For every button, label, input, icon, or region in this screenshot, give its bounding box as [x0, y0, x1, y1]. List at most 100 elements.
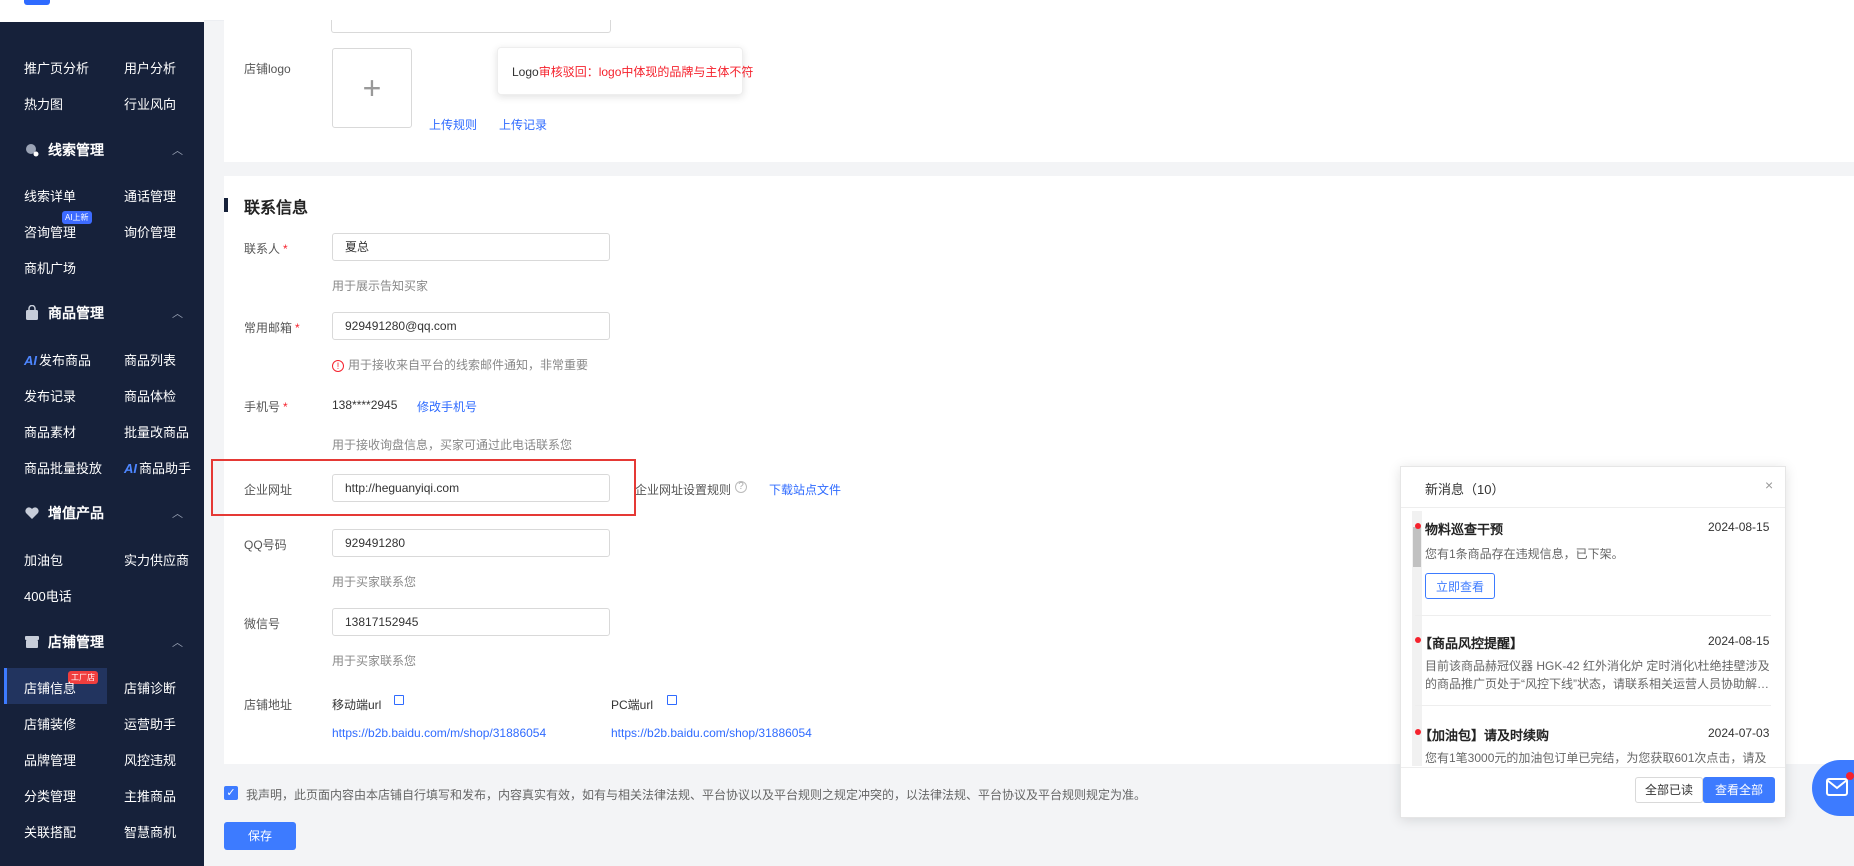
view-all-button[interactable]: 查看全部 [1703, 777, 1775, 803]
nav-item-featured-products[interactable]: 主推商品 [124, 786, 176, 805]
nav-item-product-list[interactable]: 商品列表 [124, 350, 176, 369]
nav-item-consult-management[interactable]: 咨询管理 [24, 222, 76, 241]
close-icon[interactable]: × [1765, 477, 1773, 493]
nav-item-risk-violation[interactable]: 风控违规 [124, 750, 176, 769]
heart-icon [25, 507, 39, 519]
wechat-input[interactable]: 13817152945 [332, 608, 610, 636]
nav-item-product-assistant[interactable]: AI 商品助手 [124, 458, 191, 477]
declaration-text: 我声明，此页面内容由本店铺自行填写和发布，内容真实有效，如有与相关法律法规、平台… [246, 788, 1147, 802]
mobile-url-label: 移动端url [332, 698, 382, 712]
section-title: 增值产品 [48, 505, 104, 521]
nav-item-inquiry-management[interactable]: 询价管理 [124, 222, 176, 241]
copy-icon[interactable] [667, 695, 677, 705]
section-lead-management[interactable]: 线索管理 [24, 140, 104, 160]
textarea-bottom[interactable] [331, 20, 611, 33]
warning-icon: ! [332, 360, 344, 372]
divider [1401, 767, 1785, 768]
save-button[interactable]: 保存 [224, 822, 296, 850]
nav-item-call-management[interactable]: 通话管理 [124, 186, 176, 205]
section-shop-management[interactable]: 店铺管理 [24, 632, 104, 652]
contact-person-input[interactable]: 夏总 [332, 233, 610, 261]
email-hint: ! 用于接收来自平台的线索邮件通知，非常重要 [332, 356, 588, 373]
floating-message-button[interactable] [1812, 760, 1854, 816]
logo-card: 店铺logo + 上传规则 上传记录 Logo审核驳回：logo中体现的品牌与主… [224, 20, 1854, 162]
chevron-up-icon[interactable]: ︿ [172, 634, 183, 650]
nav-item-fuel-pack[interactable]: 加油包 [24, 550, 63, 569]
section-product-management[interactable]: 商品管理 [24, 303, 104, 323]
help-icon[interactable]: ? [735, 481, 747, 493]
nav-item-heatmap[interactable]: 热力图 [24, 94, 63, 113]
audit-rejected-tooltip: Logo审核驳回：logo中体现的品牌与主体不符 [497, 47, 753, 95]
view-now-button[interactable]: 立即查看 [1425, 573, 1495, 599]
shop-icon [25, 636, 39, 648]
ai-icon: AI [124, 461, 137, 476]
notification-item-title: 【加油包】请及时续购 [1419, 728, 1550, 743]
phone-hint: 用于接收询盘信息，买家可通过此电话联系您 [332, 438, 573, 452]
website-rules-text: 企业网址设置规则 [635, 483, 732, 497]
nav-item-400-phone[interactable]: 400电话 [24, 586, 72, 605]
change-phone-link[interactable]: 修改手机号 [417, 398, 477, 415]
contact-person-hint: 用于展示告知买家 [332, 279, 429, 293]
phone-label: 手机号 * [244, 400, 288, 414]
notification-item-date: 2024-08-15 [1708, 634, 1770, 648]
nav-item-user-analysis[interactable]: 用户分析 [124, 58, 176, 77]
nav-item-shop-diagnosis[interactable]: 店铺诊断 [124, 678, 176, 697]
ai-icon: AI [24, 353, 37, 368]
wechat-label: 微信号 [244, 617, 281, 631]
mobile-url-link[interactable]: https://b2b.baidu.com/m/shop/31886054 [332, 726, 546, 740]
notification-item-date: 2024-08-15 [1708, 520, 1770, 534]
divider [1401, 507, 1785, 508]
mark-all-read-button[interactable]: 全部已读 [1635, 777, 1703, 803]
email-input[interactable]: 929491280@qq.com [332, 312, 610, 340]
chevron-up-icon[interactable]: ︿ [172, 142, 183, 158]
unread-dot [1846, 772, 1854, 780]
upload-rules-link[interactable]: 上传规则 [429, 116, 477, 133]
bag-icon [26, 305, 38, 320]
wechat-hint: 用于买家联系您 [332, 654, 417, 668]
section-marker [224, 198, 228, 212]
nav-item-shop-decoration[interactable]: 店铺装修 [24, 714, 76, 733]
section-title: 店铺管理 [48, 634, 104, 650]
nav-item-shop-info[interactable]: 店铺信息 [24, 678, 76, 697]
nav-item-related-matching[interactable]: 关联搭配 [24, 822, 76, 841]
notification-panel: 新消息（10） × 物料巡查干预 2024-08-15 您有1条商品存在违规信息… [1400, 466, 1786, 818]
nav-item-ops-assistant[interactable]: 运营助手 [124, 714, 176, 733]
check-icon: ✓ [226, 787, 236, 799]
nav-item-publish-records[interactable]: 发布记录 [24, 386, 76, 405]
pc-url-link[interactable]: https://b2b.baidu.com/shop/31886054 [611, 726, 812, 740]
top-header [204, 0, 1854, 21]
qq-label: QQ号码 [244, 538, 287, 552]
email-label: 常用邮箱 * [244, 321, 300, 335]
declaration-checkbox[interactable]: ✓ [224, 786, 238, 800]
nav-item-brand-management[interactable]: 品牌管理 [24, 750, 76, 769]
tooltip-prefix: Logo [512, 65, 539, 79]
nav-item-batch-edit-products[interactable]: 批量改商品 [124, 422, 189, 441]
copy-icon[interactable] [394, 695, 404, 705]
chevron-up-icon[interactable]: ︿ [172, 505, 183, 521]
download-site-file-link[interactable]: 下载站点文件 [769, 481, 841, 498]
divider [1415, 615, 1771, 616]
nav-item-lead-detail[interactable]: 线索详单 [24, 186, 76, 205]
nav-item-batch-launch[interactable]: 商品批量投放 [24, 458, 102, 477]
tooltip-error-text: 审核驳回：logo中体现的品牌与主体不符 [538, 65, 754, 79]
nav-item-industry-trend[interactable]: 行业风向 [124, 94, 176, 113]
nav-item-product-checkup[interactable]: 商品体检 [124, 386, 176, 405]
nav-item-product-materials[interactable]: 商品素材 [24, 422, 76, 441]
shop-address-label: 店铺地址 [244, 698, 293, 712]
nav-item-promo-page-analysis[interactable]: 推广页分析 [24, 58, 89, 77]
notification-item-title: 物料巡查干预 [1425, 522, 1504, 537]
qq-input[interactable]: 929491280 [332, 529, 610, 557]
chevron-up-icon[interactable]: ︿ [172, 305, 183, 321]
brand-logo [24, 0, 50, 5]
notification-title: 新消息（10） [1425, 482, 1505, 497]
upload-records-link[interactable]: 上传记录 [499, 116, 547, 133]
nav-item-business-plaza[interactable]: 商机广场 [24, 258, 76, 277]
nav-item-strong-supplier[interactable]: 实力供应商 [124, 550, 189, 569]
nav-item-publish-product[interactable]: AI 发布商品 [24, 350, 91, 369]
nav-item-smart-opportunities[interactable]: 智慧商机 [124, 822, 176, 841]
phone-value: 138****2945 [332, 398, 398, 412]
scrollbar-thumb[interactable] [1413, 527, 1421, 567]
upload-logo-button[interactable]: + [332, 48, 412, 128]
section-value-added[interactable]: 增值产品 [24, 503, 104, 523]
nav-item-category-management[interactable]: 分类管理 [24, 786, 76, 805]
